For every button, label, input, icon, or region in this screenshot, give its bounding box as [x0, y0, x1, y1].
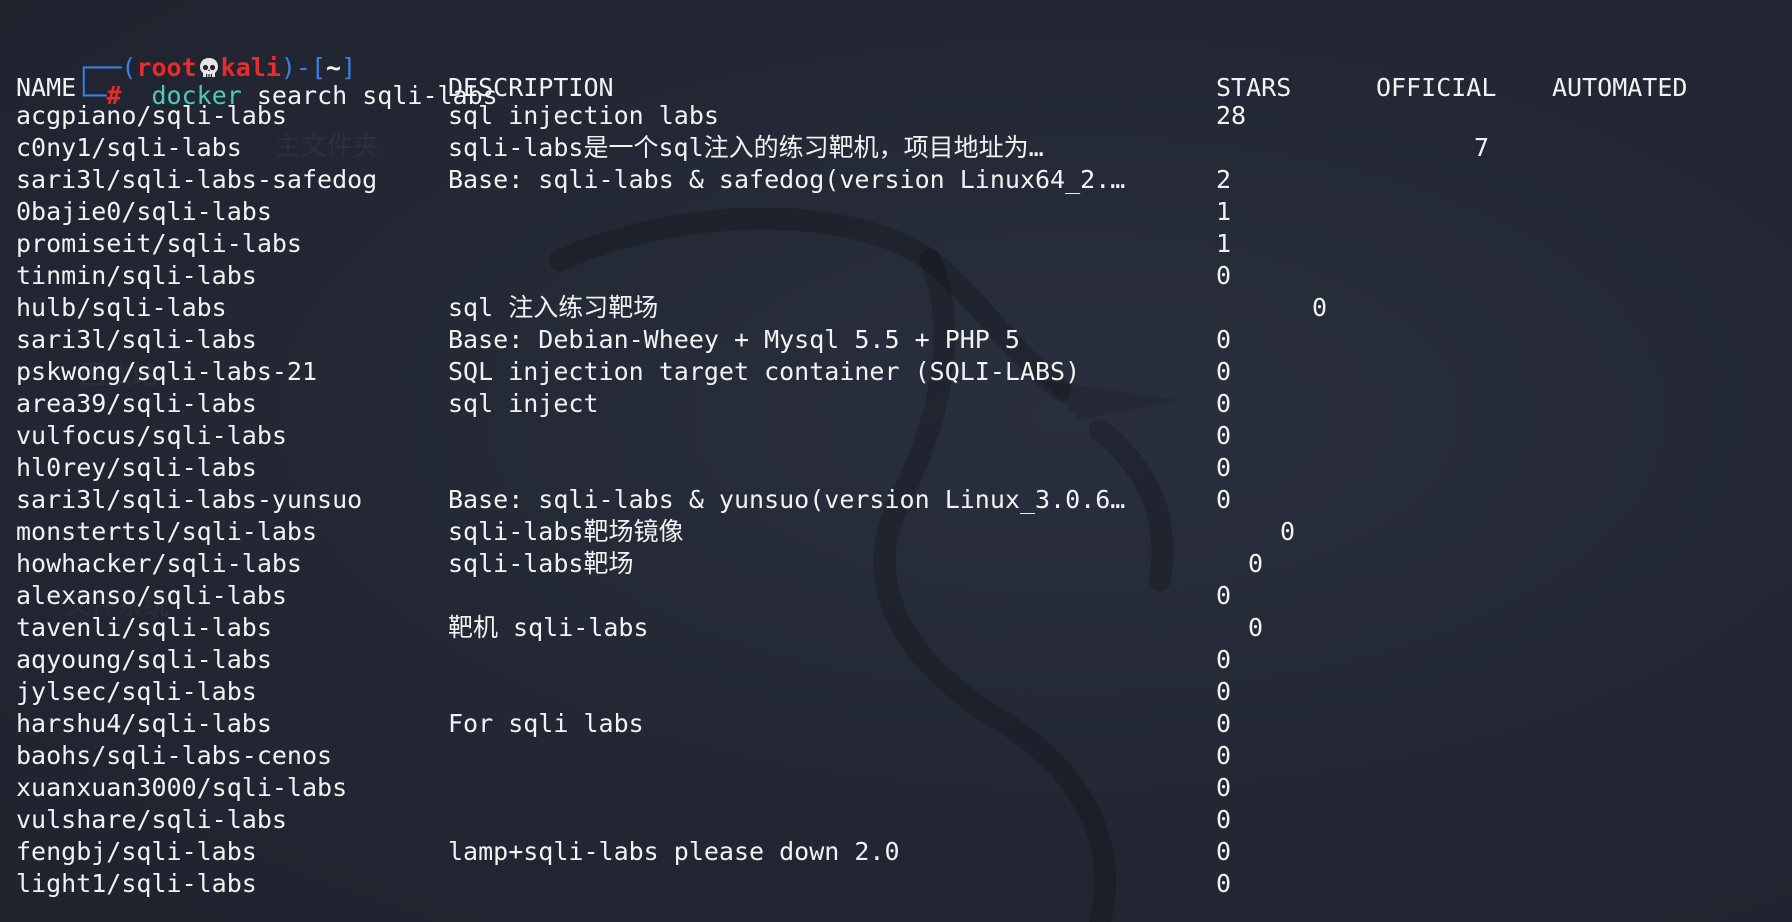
result-stars: 28 [1216, 101, 1247, 130]
result-stars: 0 [1248, 549, 1264, 578]
result-name: alexanso/sqli-labs [16, 581, 287, 610]
result-name: hulb/sqli-labs [16, 293, 227, 322]
result-row: fengbj/sqli-labs lamp+sqli-labs please do… [16, 836, 1756, 868]
result-stars: 0 [1280, 517, 1296, 546]
result-name: light1/sqli-labs [16, 869, 257, 898]
result-name: jylsec/sqli-labs [16, 677, 257, 706]
result-row: sari3l/sqli-labs-safedog Base: sqli-labs … [16, 164, 1756, 196]
result-row: xuanxuan3000/sqli-labs 0 [16, 772, 1756, 804]
result-stars: 0 [1216, 581, 1232, 610]
result-name: 0bajie0/sqli-labs [16, 197, 272, 226]
result-name: hl0rey/sqli-labs [16, 453, 257, 482]
result-name: area39/sqli-labs [16, 389, 257, 418]
result-stars: 7 [1474, 133, 1490, 162]
result-row: acgpiano/sqli-labs sql injection labs 28 [16, 100, 1756, 132]
result-name: sari3l/sqli-labs-yunsuo [16, 485, 363, 514]
result-name: xuanxuan3000/sqli-labs [16, 773, 348, 802]
result-stars: 0 [1216, 645, 1232, 674]
result-description: For sqli labs [448, 709, 644, 738]
result-row: promiseit/sqli-labs 1 [16, 228, 1756, 260]
result-name: tavenli/sqli-labs [16, 613, 272, 642]
result-description: sqli-labs是一个sql注入的练习靶机，项目地址为… [448, 133, 1044, 162]
result-row: aqyoung/sqli-labs 0 [16, 644, 1756, 676]
result-row: 0bajie0/sqli-labs 1 [16, 196, 1756, 228]
result-description: 靶机 sqli-labs [448, 613, 649, 642]
result-name: sari3l/sqli-labs [16, 325, 257, 354]
result-stars: 0 [1216, 837, 1232, 866]
result-name: baohs/sqli-labs-cenos [16, 741, 333, 770]
result-row: vulshare/sqli-labs 0 [16, 804, 1756, 836]
result-stars: 0 [1216, 709, 1232, 738]
result-stars: 1 [1216, 197, 1232, 226]
result-description: sql injection labs [448, 101, 719, 130]
result-description: Base: Debian-Wheey + Mysql 5.5 + PHP 5 [448, 325, 1020, 354]
result-description: lamp+sqli-labs please down 2.0 [448, 837, 900, 866]
result-row: area39/sqli-labs sql inject 0 [16, 388, 1756, 420]
result-stars: 0 [1216, 677, 1232, 706]
result-name: c0ny1/sqli-labs [16, 133, 242, 162]
result-stars: 0 [1312, 293, 1328, 322]
result-stars: 0 [1216, 869, 1232, 898]
result-name: monstertsl/sqli-labs [16, 517, 318, 546]
result-stars: 0 [1216, 741, 1232, 770]
result-row: monstertsl/sqli-labs sqli-labs靶场镜像 0 [16, 516, 1756, 548]
result-row: howhacker/sqli-labs sqli-labs靶场 0 [16, 548, 1756, 580]
terminal-window[interactable]: 主文件夹 回收站 文件系统 ┌──(rootkali)-[~] └─# dock… [0, 0, 1792, 922]
result-row: harshu4/sqli-labs For sqli labs 0 [16, 708, 1756, 740]
result-stars: 0 [1216, 453, 1232, 482]
result-row: hl0rey/sqli-labs 0 [16, 452, 1756, 484]
result-description: sqli-labs靶场 [448, 549, 634, 578]
result-name: fengbj/sqli-labs [16, 837, 257, 866]
result-description: Base: sqli-labs & safedog(version Linux6… [448, 165, 1126, 194]
result-name: promiseit/sqli-labs [16, 229, 302, 258]
result-stars: 0 [1248, 613, 1264, 642]
result-name: acgpiano/sqli-labs [16, 101, 287, 130]
result-description: sql inject [448, 389, 599, 418]
result-name: howhacker/sqli-labs [16, 549, 302, 578]
result-row: alexanso/sqli-labs 0 [16, 580, 1756, 612]
result-name: vulfocus/sqli-labs [16, 421, 287, 450]
result-description: sqli-labs靶场镜像 [448, 517, 684, 546]
result-name: aqyoung/sqli-labs [16, 645, 272, 674]
result-stars: 0 [1216, 261, 1232, 290]
result-name: sari3l/sqli-labs-safedog [16, 165, 378, 194]
result-stars: 2 [1216, 165, 1232, 194]
result-row: c0ny1/sqli-labs sqli-labs是一个sql注入的练习靶机，项目… [16, 132, 1756, 164]
result-name: harshu4/sqli-labs [16, 709, 272, 738]
result-row: jylsec/sqli-labs 0 [16, 676, 1756, 708]
result-row: tavenli/sqli-labs 靶机 sqli-labs 0 [16, 612, 1756, 644]
result-description: sql 注入练习靶场 [448, 293, 659, 322]
result-stars: 0 [1216, 357, 1232, 386]
result-stars: 0 [1216, 325, 1232, 354]
result-row: sari3l/sqli-labs-yunsuo Base: sqli-labs &… [16, 484, 1756, 516]
result-stars: 0 [1216, 389, 1232, 418]
result-stars: 0 [1216, 421, 1232, 450]
result-row: light1/sqli-labs 0 [16, 868, 1756, 900]
result-row: baohs/sqli-labs-cenos 0 [16, 740, 1756, 772]
result-stars: 0 [1216, 485, 1232, 514]
result-stars: 1 [1216, 229, 1232, 258]
result-row: hulb/sqli-labs sql 注入练习靶场 0 [16, 292, 1756, 324]
result-name: vulshare/sqli-labs [16, 805, 287, 834]
result-name: pskwong/sqli-labs-21 [16, 357, 318, 386]
result-row: tinmin/sqli-labs 0 [16, 260, 1756, 292]
result-row: pskwong/sqli-labs-21 SQL injection target… [16, 356, 1756, 388]
result-row: vulfocus/sqli-labs 0 [16, 420, 1756, 452]
result-stars: 0 [1216, 773, 1232, 802]
result-description: Base: sqli-labs & yunsuo(version Linux_3… [448, 485, 1126, 514]
result-stars: 0 [1216, 805, 1232, 834]
result-description: SQL injection target container (SQLI-LAB… [448, 357, 1081, 386]
result-name: tinmin/sqli-labs [16, 261, 257, 290]
result-row: sari3l/sqli-labs Base: Debian-Wheey + Mys… [16, 324, 1756, 356]
